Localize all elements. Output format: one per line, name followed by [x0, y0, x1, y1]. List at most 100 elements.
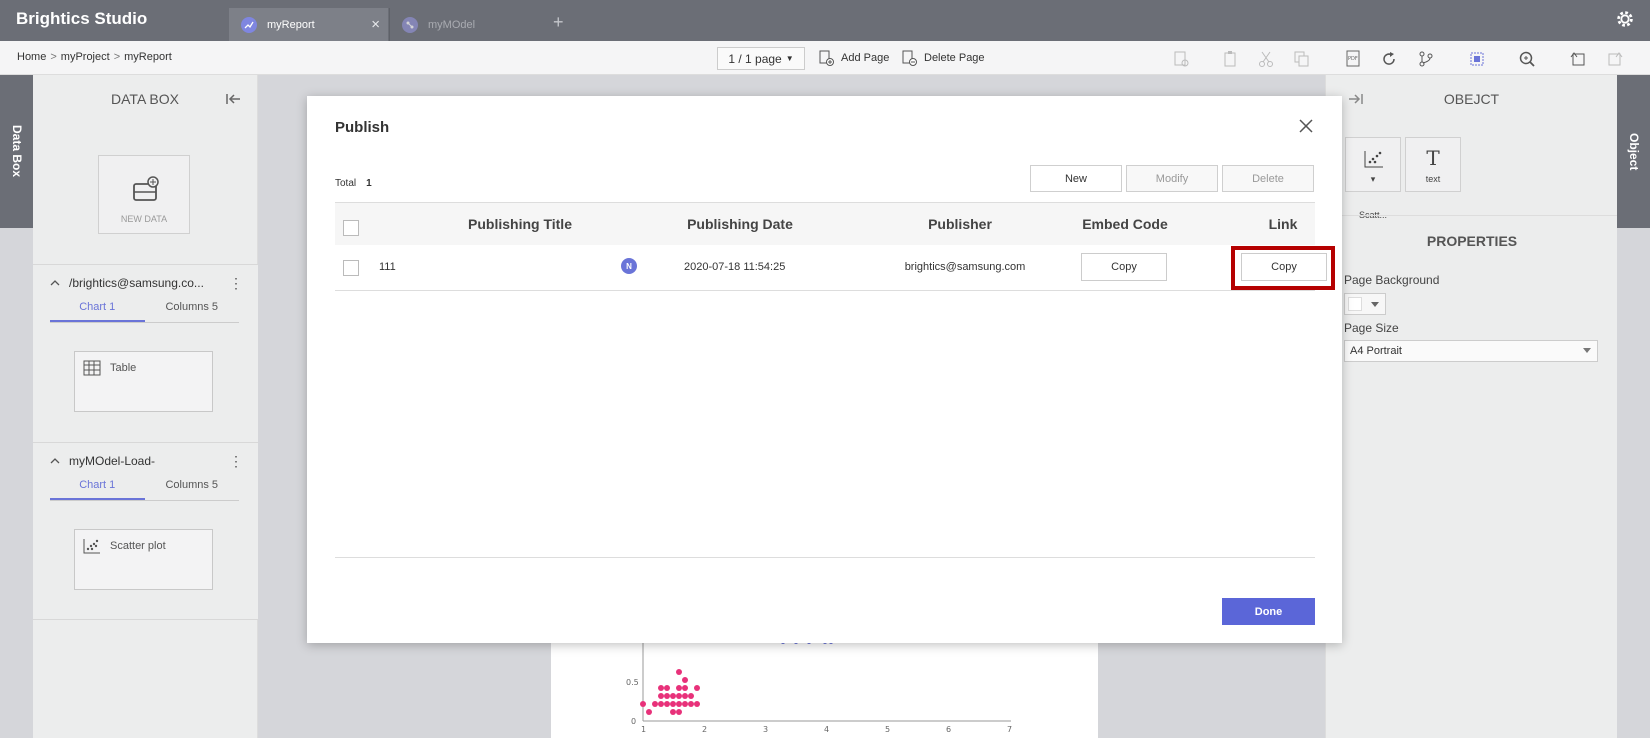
- breadcrumb-separator: >: [50, 51, 57, 63]
- refresh-icon[interactable]: [1380, 50, 1398, 68]
- tab-columns[interactable]: Columns 5: [145, 301, 240, 322]
- page-selector[interactable]: 1 / 1 page ▼: [717, 47, 805, 70]
- scatter-plot-icon: [83, 539, 100, 554]
- add-tab-icon[interactable]: +: [553, 12, 564, 33]
- row-checkbox[interactable]: [343, 260, 359, 276]
- page-settings-icon[interactable]: [1172, 50, 1190, 68]
- data-section-tabs: Chart 1 Columns 5: [50, 301, 239, 323]
- toolbar: Home > myProject > myReport 1 / 1 page ▼ Add…: [0, 41, 1650, 75]
- breadcrumb-report: myReport: [124, 51, 172, 63]
- more-menu-icon[interactable]: ⋮: [229, 453, 243, 470]
- top-bar: Brightics Studio myReport × myMOdel +: [0, 0, 1650, 41]
- table-icon: [83, 360, 101, 376]
- chevron-up-icon[interactable]: [50, 278, 60, 288]
- zoom-icon[interactable]: [1518, 50, 1536, 68]
- object-text-label: text: [1425, 174, 1441, 184]
- collapse-left-icon[interactable]: [225, 91, 241, 107]
- row-date: 2020-07-18 11:54:25: [684, 261, 786, 273]
- breadcrumb-home[interactable]: Home: [17, 51, 46, 63]
- delete-page-icon: [902, 50, 917, 66]
- object-panel-toggle[interactable]: Object: [1617, 75, 1650, 228]
- axis-tick-label: 1: [641, 725, 646, 734]
- data-box-toggle-label: Data Box: [10, 125, 24, 178]
- add-page-icon: [819, 50, 834, 66]
- breadcrumb-project[interactable]: myProject: [61, 51, 110, 63]
- axis-tick-label: 5: [885, 725, 890, 734]
- chart-card-label: Scatter plot: [110, 540, 166, 552]
- tab-mymodel[interactable]: myMOdel: [389, 8, 547, 41]
- data-section-title[interactable]: myMOdel-Load-: [69, 454, 155, 468]
- row-title: 111: [379, 261, 396, 273]
- scatter-plot-icon: [1364, 151, 1383, 168]
- column-header-date: Publishing Date: [687, 216, 793, 232]
- object-scatter-button[interactable]: Scatt... ▾: [1345, 137, 1401, 220]
- column-header-link: Link: [1268, 216, 1298, 232]
- new-button[interactable]: New: [1030, 165, 1122, 192]
- select-frame-icon[interactable]: [1468, 50, 1486, 68]
- copy-icon[interactable]: [1293, 50, 1311, 68]
- page-background-color-picker[interactable]: [1344, 293, 1386, 315]
- page-background-label: Page Background: [1344, 273, 1440, 287]
- axis-tick-label: 4: [824, 725, 829, 734]
- paste-icon[interactable]: [1221, 50, 1239, 68]
- more-menu-icon[interactable]: ⋮: [229, 275, 243, 292]
- publish-dialog: Publish Total 1 New Modify Delete Publish…: [307, 96, 1342, 643]
- properties-section: PROPERTIES Page Background Page Size A4 …: [1326, 215, 1618, 362]
- data-section-title[interactable]: /brightics@samsung.co...: [69, 276, 204, 290]
- new-badge: N: [621, 258, 637, 274]
- chart-card-label: Table: [110, 362, 137, 374]
- total-value: 1: [366, 178, 372, 189]
- axis-tick-label: 2: [702, 725, 707, 734]
- add-page-label: Add Page: [841, 52, 890, 64]
- column-header-embed: Embed Code: [1082, 216, 1168, 232]
- redo-icon[interactable]: [1606, 50, 1624, 68]
- column-header-publisher: Publisher: [928, 216, 992, 232]
- tab-myreport[interactable]: myReport ×: [229, 8, 388, 41]
- cut-icon[interactable]: [1257, 50, 1275, 68]
- scatter-points: [640, 669, 700, 715]
- caret-down-icon: [1371, 302, 1379, 307]
- delete-page-label: Delete Page: [924, 52, 985, 64]
- delete-page-button[interactable]: Delete Page: [901, 50, 985, 66]
- caret-down-icon: [1583, 348, 1591, 353]
- page-size-value: A4 Portrait: [1350, 345, 1402, 357]
- table-row[interactable]: 111 N 2020-07-18 11:54:25 brightics@sams…: [335, 245, 1335, 291]
- row-publisher: brightics@samsung.com: [904, 261, 1026, 273]
- tab-chart[interactable]: Chart 1: [50, 301, 145, 322]
- select-all-checkbox[interactable]: [343, 220, 359, 236]
- new-data-button[interactable]: NEW DATA: [98, 155, 190, 234]
- tab-chart[interactable]: Chart 1: [50, 479, 145, 500]
- report-chart-icon: [241, 16, 257, 33]
- total-label: Total: [335, 178, 357, 189]
- chevron-up-icon[interactable]: [50, 456, 60, 466]
- object-panel-title: OBEJCT: [1443, 91, 1500, 107]
- data-section-tabs: Chart 1 Columns 5: [50, 479, 239, 501]
- divider: [335, 557, 1315, 558]
- undo-icon[interactable]: [1569, 50, 1587, 68]
- gear-icon[interactable]: [1614, 8, 1636, 30]
- axis-tick-label: 7: [1007, 725, 1012, 734]
- pdf-export-icon[interactable]: PDF: [1344, 50, 1362, 68]
- modify-button[interactable]: Modify: [1126, 165, 1218, 192]
- tab-columns[interactable]: Columns 5: [145, 479, 240, 500]
- delete-button[interactable]: Delete: [1222, 165, 1314, 192]
- page-size-select[interactable]: A4 Portrait: [1344, 340, 1598, 362]
- total-count: Total 1: [335, 178, 372, 189]
- chart-card-scatter[interactable]: Scatter plot: [74, 529, 213, 590]
- axis-tick-label: 3: [763, 725, 768, 734]
- close-icon[interactable]: [1298, 118, 1314, 134]
- table-header: Publishing Title Publishing Date Publish…: [335, 202, 1315, 245]
- add-page-button[interactable]: Add Page: [818, 50, 889, 66]
- data-box-toggle[interactable]: Data Box: [0, 75, 33, 228]
- data-box-panel: DATA BOX NEW DATA /brightics@samsung.co.…: [33, 75, 258, 738]
- object-text-button[interactable]: T text: [1405, 137, 1461, 192]
- close-icon[interactable]: ×: [371, 16, 380, 33]
- caret-down-icon: ▼: [785, 54, 794, 63]
- copy-embed-code-button[interactable]: Copy: [1081, 253, 1167, 281]
- done-button[interactable]: Done: [1222, 598, 1315, 625]
- new-data-label: NEW DATA: [120, 214, 168, 224]
- breadcrumb: Home > myProject > myReport: [17, 51, 172, 63]
- chart-card-table[interactable]: Table: [74, 351, 213, 412]
- data-section: /brightics@samsung.co... ⋮ Chart 1 Colum…: [33, 264, 258, 442]
- branch-icon[interactable]: [1417, 50, 1435, 68]
